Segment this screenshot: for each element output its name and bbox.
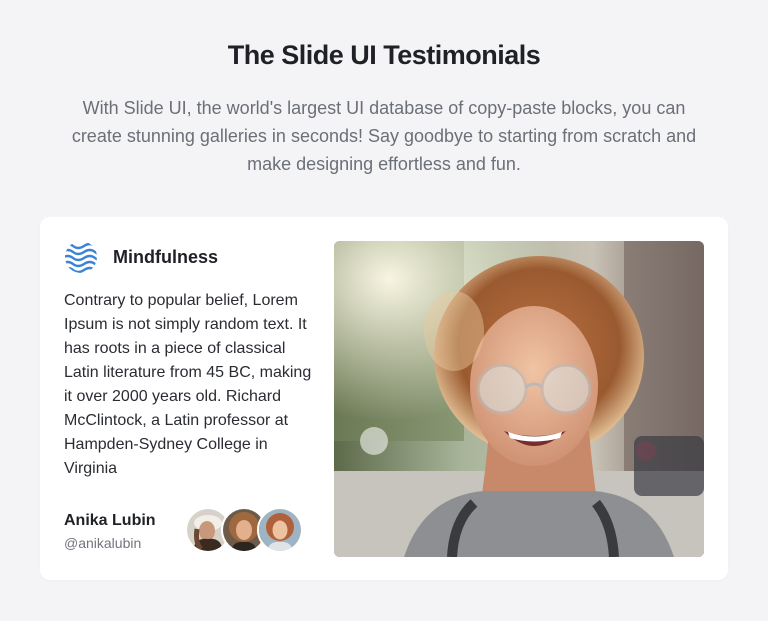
- testimonial-photo: [334, 241, 704, 557]
- page-subtitle: With Slide UI, the world's largest UI da…: [71, 98, 697, 174]
- waves-logo-icon: [65, 242, 97, 273]
- avatar-group: [185, 507, 303, 553]
- author-name: Anika Lubin: [64, 512, 156, 529]
- brand: Mindfulness: [64, 241, 218, 273]
- avatar[interactable]: [257, 507, 303, 553]
- page-title: The Slide UI Testimonials: [227, 40, 541, 70]
- testimonial-card: Mindfulness Contrary to popular belief, …: [40, 217, 728, 580]
- author-info: Anika Lubin @anikalubin: [64, 511, 156, 552]
- author-handle: @anikalubin: [64, 535, 142, 551]
- testimonial-quote: Contrary to popular belief, Lorem Ipsum …: [64, 292, 312, 477]
- brand-name: Mindfulness: [113, 246, 219, 267]
